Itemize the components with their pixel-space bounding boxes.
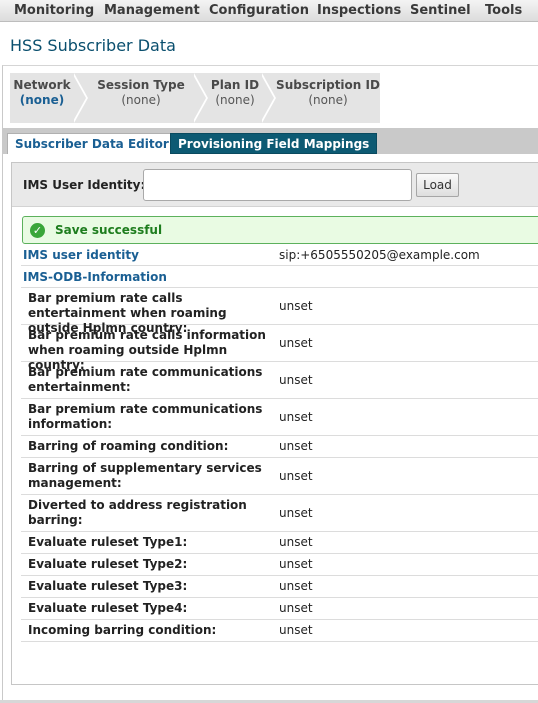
editor-panel: IMS User Identity: Load ✓ Save successfu…: [11, 162, 538, 685]
field-label: Diverted to address registration barring…: [28, 498, 247, 527]
success-alert: ✓ Save successful: [22, 216, 538, 244]
breadcrumb-plan-id-value: (none): [215, 93, 255, 107]
tab-bar: Subscriber Data Editor Provisioning Fiel…: [3, 128, 538, 154]
breadcrumb-network-title: Network: [13, 78, 71, 92]
breadcrumb-separator: [260, 73, 274, 123]
field-value: unset: [279, 439, 313, 453]
identity-row: IMS user identity sip:+6505550205@exampl…: [21, 244, 538, 266]
field-label: Evaluate ruleset Type1:: [28, 535, 188, 549]
table-row: Evaluate ruleset Type4: unset: [21, 598, 538, 620]
table-row: Evaluate ruleset Type2: unset: [21, 554, 538, 576]
tab-provisioning-field-mappings[interactable]: Provisioning Field Mappings: [170, 133, 378, 154]
page-header: HSS Subscriber Data: [0, 23, 538, 65]
tab-subscriber-data-editor[interactable]: Subscriber Data Editor: [7, 133, 177, 154]
table-row: Bar premium rate communications entertai…: [21, 362, 538, 399]
field-label: Evaluate ruleset Type3:: [28, 579, 188, 593]
breadcrumb-separator: [192, 73, 206, 123]
table-row: Evaluate ruleset Type3: unset: [21, 576, 538, 598]
identity-value: sip:+6505550205@example.com: [279, 248, 480, 262]
breadcrumb-plan-id[interactable]: Plan ID (none): [208, 73, 262, 123]
subscriber-data-table: IMS user identity sip:+6505550205@exampl…: [21, 244, 538, 642]
table-row: Barring of roaming condition: unset: [21, 436, 538, 458]
load-button[interactable]: Load: [416, 173, 459, 197]
field-label: Barring of supplementary services manage…: [28, 461, 262, 490]
breadcrumb-network-value: (none): [19, 93, 65, 107]
table-row: Incoming barring condition: unset: [21, 620, 538, 642]
top-menu-bar: Monitoring Management Configuration Insp…: [0, 0, 538, 22]
menu-sentinel[interactable]: Sentinel: [410, 3, 471, 18]
field-value: unset: [279, 336, 313, 350]
menu-configuration[interactable]: Configuration: [209, 3, 309, 18]
field-value: unset: [279, 410, 313, 424]
section-heading: IMS-ODB-Information: [23, 270, 167, 284]
field-value: unset: [279, 506, 313, 520]
breadcrumb-plan-id-title: Plan ID: [210, 78, 260, 92]
search-bar: IMS User Identity: Load: [12, 163, 538, 207]
breadcrumb-network[interactable]: Network (none): [10, 73, 74, 123]
menu-monitoring[interactable]: Monitoring: [14, 3, 94, 18]
breadcrumb-session-type-title: Session Type: [97, 78, 185, 92]
table-row: Bar premium rate calls information when …: [21, 325, 538, 372]
field-value: unset: [279, 579, 313, 593]
table-row: Evaluate ruleset Type1: unset: [21, 532, 538, 554]
field-value: unset: [279, 623, 313, 637]
field-label: Barring of roaming condition:: [28, 439, 229, 453]
breadcrumb-session-type-value: (none): [121, 93, 161, 107]
menu-tools[interactable]: Tools: [485, 3, 522, 18]
breadcrumb: Network (none) Session Type (none) Plan …: [10, 73, 380, 123]
breadcrumb-separator: [72, 73, 86, 123]
identity-label: IMS user identity: [23, 248, 139, 262]
breadcrumb-subscription-id-title: Subscription ID: [276, 78, 380, 92]
field-label: Bar premium rate communications entertai…: [28, 365, 263, 394]
table-row: Bar premium rate communications informat…: [21, 399, 538, 436]
page-title: HSS Subscriber Data: [10, 36, 176, 55]
breadcrumb-session-type[interactable]: Session Type (none): [88, 73, 194, 123]
field-value: unset: [279, 373, 313, 387]
ims-user-identity-input[interactable]: [143, 169, 412, 201]
table-row: Barring of supplementary services manage…: [21, 458, 538, 495]
field-label: Evaluate ruleset Type2:: [28, 557, 188, 571]
field-value: unset: [279, 557, 313, 571]
table-row: Bar premium rate calls entertainment whe…: [21, 288, 538, 335]
section-heading-row: IMS-ODB-Information: [21, 266, 538, 288]
table-row: Diverted to address registration barring…: [21, 495, 538, 532]
field-value: unset: [279, 601, 313, 615]
ims-user-identity-label: IMS User Identity:: [23, 178, 146, 192]
breadcrumb-subscription-id[interactable]: Subscription ID (none): [276, 73, 380, 123]
menu-inspections[interactable]: Inspections: [317, 3, 401, 18]
field-label: Bar premium rate communications informat…: [28, 402, 263, 431]
success-message: Save successful: [55, 223, 163, 237]
field-value: unset: [279, 535, 313, 549]
field-label: Evaluate ruleset Type4:: [28, 601, 188, 615]
field-value: unset: [279, 469, 313, 483]
field-value: unset: [279, 299, 313, 313]
menu-management[interactable]: Management: [104, 3, 200, 18]
check-circle-icon: ✓: [30, 223, 45, 238]
breadcrumb-subscription-id-value: (none): [308, 93, 348, 107]
field-label: Incoming barring condition:: [28, 623, 217, 637]
